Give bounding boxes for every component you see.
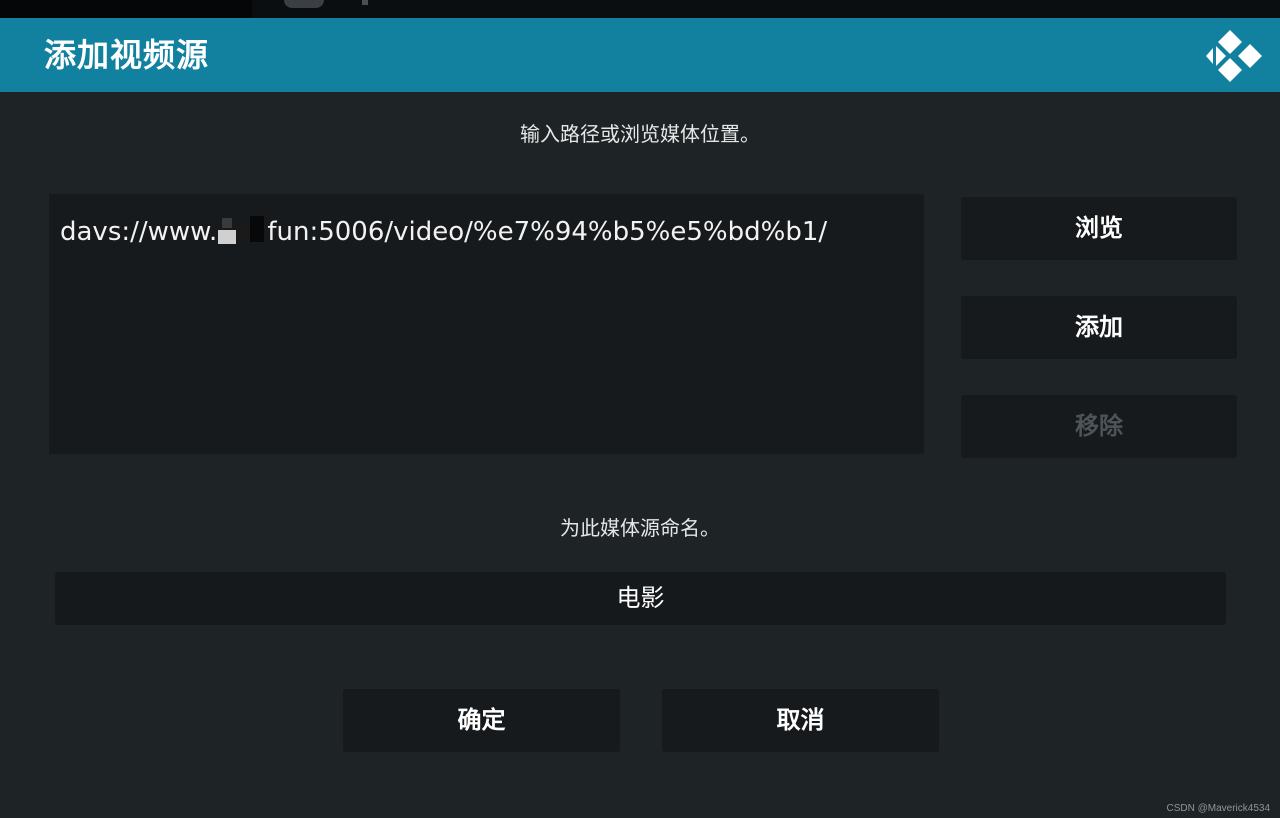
kodi-logo-icon (1206, 30, 1262, 82)
add-button[interactable]: 添加 (961, 296, 1237, 359)
path-item[interactable]: davs://www. fun:5006/video/%e7%94%b5%e5%b… (60, 212, 827, 252)
source-name-input[interactable]: 电影 (55, 572, 1226, 625)
watermark: CSDN @Maverick4534 (1166, 803, 1270, 814)
browse-button[interactable]: 浏览 (961, 197, 1237, 260)
add-video-source-dialog: 添加视频源 输入路径或浏览媒体位置。 davs://www. fun:5006/v… (0, 18, 1280, 818)
name-prompt: 为此媒体源命名。 (560, 516, 720, 540)
background-strip (0, 0, 1280, 18)
path-list[interactable]: davs://www. fun:5006/video/%e7%94%b5%e5%b… (49, 194, 924, 454)
cancel-button[interactable]: 取消 (662, 689, 939, 752)
path-prompt: 输入路径或浏览媒体位置。 (520, 122, 760, 146)
background-panel (0, 0, 252, 18)
redacted-text (218, 215, 266, 248)
dialog-header: 添加视频源 (0, 18, 1280, 92)
background-icon (284, 0, 324, 8)
background-text-fragment (362, 0, 368, 5)
ok-button[interactable]: 确定 (343, 689, 620, 752)
remove-button[interactable]: 移除 (961, 395, 1237, 458)
path-prefix: davs://www. (60, 217, 218, 247)
path-suffix: fun:5006/video/%e7%94%b5%e5%bd%b1/ (267, 217, 828, 247)
dialog-title: 添加视频源 (44, 36, 210, 74)
